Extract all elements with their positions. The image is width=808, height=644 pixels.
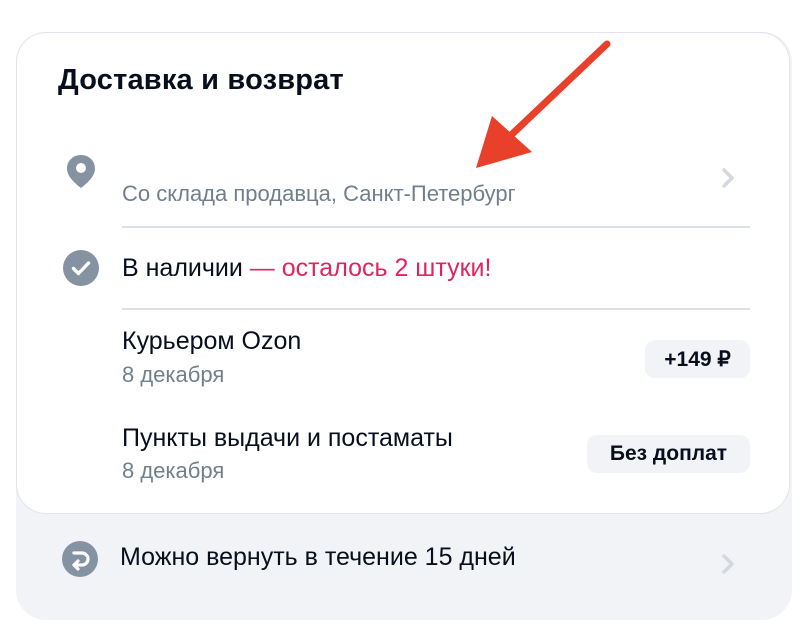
divider [122, 226, 750, 228]
stock-remaining: — осталось 2 штуки! [242, 254, 492, 282]
location-pin-icon [67, 155, 95, 188]
pickup-delivery-date: 8 декабря [122, 458, 225, 483]
return-policy[interactable]: Можно вернуть в течение 15 дней [120, 543, 516, 572]
warehouse-location[interactable]: Со склада продавца, Санкт-Петербург [122, 181, 516, 207]
pickup-delivery-title: Пункты выдачи и постаматы [122, 424, 453, 452]
divider [122, 308, 750, 310]
stock-status: В наличии — осталось 2 штуки! [122, 254, 491, 283]
chevron-right-icon[interactable] [718, 550, 738, 578]
return-arrow-icon [62, 541, 98, 577]
section-title: Доставка и возврат [58, 64, 344, 96]
stock-label: В наличии [122, 254, 243, 282]
courier-delivery-date: 8 декабря [122, 362, 225, 387]
courier-price-badge: +149 ₽ [645, 340, 750, 378]
pickup-price-badge: Без доплат [587, 435, 750, 473]
check-circle-icon [63, 250, 99, 286]
chevron-right-icon[interactable] [718, 164, 738, 192]
courier-delivery-title: Курьером Ozon [122, 327, 302, 355]
red-arrow-icon [476, 40, 611, 168]
